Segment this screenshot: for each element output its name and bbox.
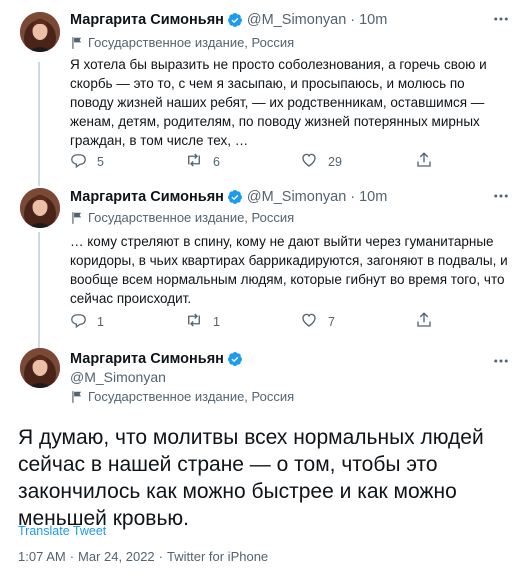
tweet-date[interactable]: Mar 24, 2022 <box>78 549 155 564</box>
state-media-text: Государственное издание, Россия <box>88 210 295 225</box>
reply-icon <box>70 152 87 172</box>
state-media-label[interactable]: Государственное издание, Россия <box>70 389 294 404</box>
tweet-metadata: 1:07 AM · Mar 24, 2022 · Twitter for iPhone <box>18 549 268 564</box>
author-name[interactable]: Маргарита Симоньян <box>70 351 224 367</box>
tweet-text: Я думаю, что молитвы всех нормальных люд… <box>18 426 484 530</box>
like-count: 7 <box>328 314 335 329</box>
like-icon <box>300 311 318 332</box>
state-media-text: Государственное издание, Россия <box>88 35 295 50</box>
state-media-flag-icon <box>70 390 84 404</box>
author-name[interactable]: Маргарита Симоньян <box>70 12 224 28</box>
reply-icon <box>70 312 87 332</box>
tweet-actions: 1 1 7 <box>70 311 450 332</box>
reply-count: 5 <box>97 154 104 169</box>
retweet-button[interactable]: 1 <box>185 311 300 332</box>
author-handle[interactable]: @M_Simonyan <box>247 189 346 205</box>
main-tweet: Маргарита Симоньян @M_Simonyan Государст… <box>0 332 526 578</box>
author-handle[interactable]: @M_Simonyan <box>70 369 166 385</box>
timestamp[interactable]: 10m <box>359 12 387 28</box>
state-media-label[interactable]: Государственное издание, Россия <box>70 35 294 50</box>
state-media-label[interactable]: Государственное издание, Россия <box>70 210 294 225</box>
like-button[interactable]: 7 <box>300 311 415 332</box>
more-icon[interactable] <box>492 352 510 373</box>
thread-connector-line <box>38 332 40 344</box>
tweet-text: Я хотела бы выразить не просто соболезно… <box>70 57 487 148</box>
state-media-flag-icon <box>70 36 84 50</box>
separator-dot: · <box>350 189 356 205</box>
reply-button[interactable]: 5 <box>70 152 185 172</box>
tweet-header: Маргарита Симоньян @M_Simonyan · 10m <box>70 12 387 28</box>
author-handle[interactable]: @M_Simonyan <box>247 12 346 28</box>
verified-badge-icon <box>227 351 243 367</box>
separator-dot: · <box>69 549 75 564</box>
like-button[interactable]: 29 <box>300 151 415 172</box>
like-count: 29 <box>328 154 342 169</box>
thread-connector-line <box>38 62 40 186</box>
state-media-text: Государственное издание, Россия <box>88 389 295 404</box>
more-icon[interactable] <box>492 187 510 208</box>
timestamp[interactable]: 10m <box>359 189 387 205</box>
separator-dot: · <box>158 549 163 564</box>
thread-tweet-2[interactable]: Маргарита Симоньян @M_Simonyan · 10m Гос… <box>0 180 526 358</box>
tweet-text: … кому стреляют в спину, кому не дают вы… <box>70 234 508 306</box>
verified-badge-icon <box>227 189 243 205</box>
share-icon <box>415 151 433 172</box>
author-name[interactable]: Маргарита Симоньян <box>70 189 224 205</box>
reply-count: 1 <box>97 314 104 329</box>
retweet-count: 1 <box>213 314 220 329</box>
avatar[interactable] <box>20 12 60 52</box>
retweet-icon <box>185 311 203 332</box>
state-media-flag-icon <box>70 211 84 225</box>
share-button[interactable] <box>415 151 433 172</box>
thread-connector-line <box>38 180 40 186</box>
tweet-time[interactable]: 1:07 AM <box>18 549 66 564</box>
avatar[interactable] <box>20 188 60 228</box>
avatar[interactable] <box>20 348 60 388</box>
separator-dot: · <box>350 12 356 28</box>
retweet-icon <box>185 151 203 172</box>
tweet-header: Маргарита Симоньян <box>70 351 247 367</box>
tweet-actions: 5 6 29 <box>70 151 450 172</box>
like-icon <box>300 151 318 172</box>
tweet-source[interactable]: Twitter for iPhone <box>167 549 268 564</box>
verified-badge-icon <box>227 12 243 28</box>
more-icon[interactable] <box>492 10 510 31</box>
share-button[interactable] <box>415 311 433 332</box>
reply-button[interactable]: 1 <box>70 312 185 332</box>
retweet-button[interactable]: 6 <box>185 151 300 172</box>
translate-tweet-link[interactable]: Translate Tweet <box>18 524 106 538</box>
tweet-header: Маргарита Симоньян @M_Simonyan · 10m <box>70 189 387 205</box>
retweet-count: 6 <box>213 154 220 169</box>
thread-tweet-1[interactable]: Маргарита Симоньян @M_Simonyan · 10m Гос… <box>0 0 526 186</box>
share-icon <box>415 311 433 332</box>
